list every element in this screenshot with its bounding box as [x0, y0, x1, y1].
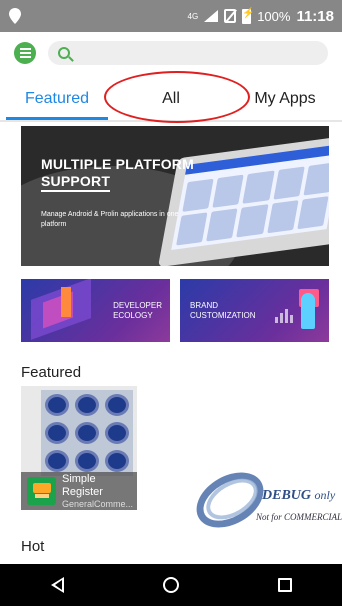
- no-sim-icon: [224, 9, 237, 23]
- search-input[interactable]: [48, 41, 328, 65]
- recents-button[interactable]: [265, 564, 305, 606]
- promo-line1: DEVELOPER: [113, 301, 162, 310]
- search-icon: [58, 47, 70, 59]
- promo-line2: CUSTOMIZATION: [190, 311, 256, 320]
- isometric-illustration: [61, 287, 71, 317]
- promo-line1: BRAND: [190, 301, 219, 310]
- phone-screen: 4G 100% 11:18 Featured All My Apps: [0, 0, 342, 606]
- system-nav-bar: [0, 564, 342, 606]
- register-app-icon: [27, 477, 56, 505]
- menu-icon-line: [19, 56, 31, 58]
- back-icon: [50, 577, 64, 593]
- tablet-illustration: [157, 134, 329, 266]
- app-icon-grid: [45, 394, 129, 472]
- promo-text: DEVELOPER ECOLOGY: [113, 301, 162, 321]
- menu-icon-line: [19, 52, 31, 54]
- app-developer: GeneralComme...: [61, 498, 134, 509]
- status-icons: 4G 100% 11:18: [188, 8, 334, 25]
- search-row: [0, 32, 342, 74]
- bars-illustration: [275, 309, 293, 323]
- person-illustration: [301, 293, 315, 329]
- promo-text: BRAND CUSTOMIZATION: [190, 301, 255, 321]
- status-bar: 4G 100% 11:18: [0, 0, 342, 32]
- banner-subtitle: Manage Android & Prolin applications in …: [41, 211, 179, 228]
- menu-button[interactable]: [14, 42, 36, 64]
- promo-developer-ecology[interactable]: DEVELOPER ECOLOGY: [21, 279, 170, 342]
- highlight-annotation: [104, 71, 250, 123]
- menu-icon-line: [19, 48, 31, 50]
- tab-featured[interactable]: Featured: [0, 78, 114, 120]
- app-info-overlay: Simple Register GeneralComme...: [21, 472, 137, 510]
- app-text: Simple Register GeneralComme...: [62, 473, 137, 510]
- hero-banner[interactable]: MULTIPLE PLATFORM SUPPORT Manage Android…: [21, 126, 329, 266]
- banner-title: MULTIPLE PLATFORM SUPPORT: [41, 156, 194, 192]
- watermark-debug-text: DEBUG only: [262, 488, 335, 504]
- battery-percent: 100%: [257, 8, 291, 24]
- promo-line2: ECOLOGY: [113, 311, 153, 320]
- app-screenshot: [41, 390, 133, 476]
- section-title-featured: Featured: [21, 364, 82, 381]
- watermark-note: Not for COMMERCIAL: [256, 512, 342, 522]
- app-name: Simple Register: [61, 472, 103, 498]
- promo-brand-customization[interactable]: BRAND CUSTOMIZATION: [180, 279, 329, 342]
- banner-title-line2: SUPPORT: [41, 173, 111, 192]
- signal-icon: [204, 10, 219, 22]
- battery-charging-icon: [242, 8, 255, 24]
- network-type: 4G: [187, 11, 199, 21]
- banner-title-line1: MULTIPLE PLATFORM: [41, 156, 194, 172]
- watermark-debug: DEBUG: [262, 488, 312, 503]
- clock: 11:18: [296, 7, 334, 25]
- home-button[interactable]: [151, 564, 191, 606]
- debug-watermark: DEBUG only Not for COMMERCIAL: [186, 461, 342, 539]
- home-icon: [163, 577, 179, 593]
- back-button[interactable]: [37, 564, 77, 606]
- section-title-hot: Hot: [21, 538, 45, 555]
- app-card-simple-register[interactable]: Simple Register GeneralComme...: [21, 386, 137, 510]
- recents-icon: [278, 578, 292, 592]
- location-icon: [9, 8, 21, 24]
- watermark-only: only: [314, 488, 336, 502]
